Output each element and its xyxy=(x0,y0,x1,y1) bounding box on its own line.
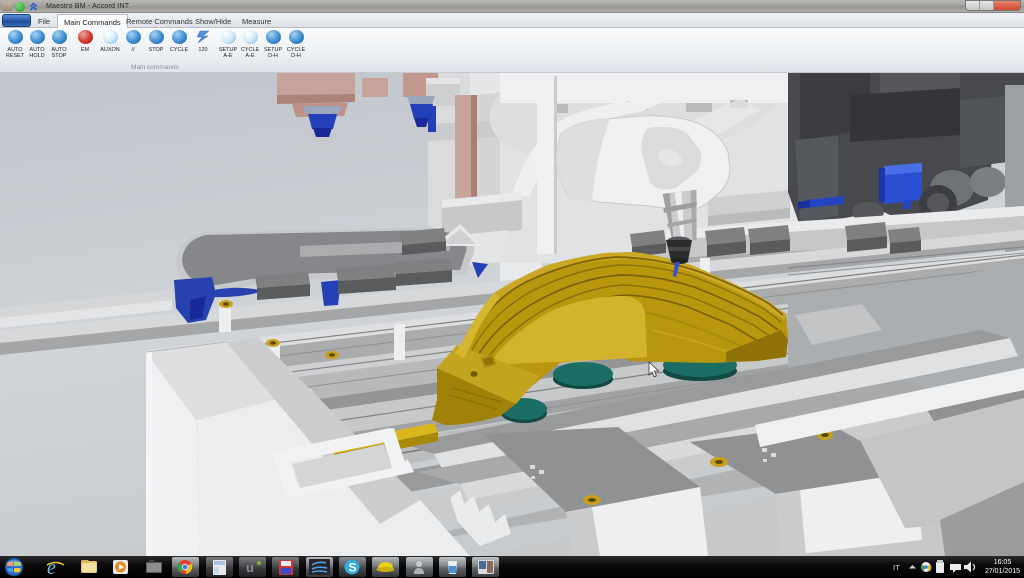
svg-text:e: e xyxy=(47,557,56,578)
svg-text:S: S xyxy=(349,561,357,575)
svg-text:u: u xyxy=(246,560,254,575)
svg-text:IT: IT xyxy=(893,563,900,572)
